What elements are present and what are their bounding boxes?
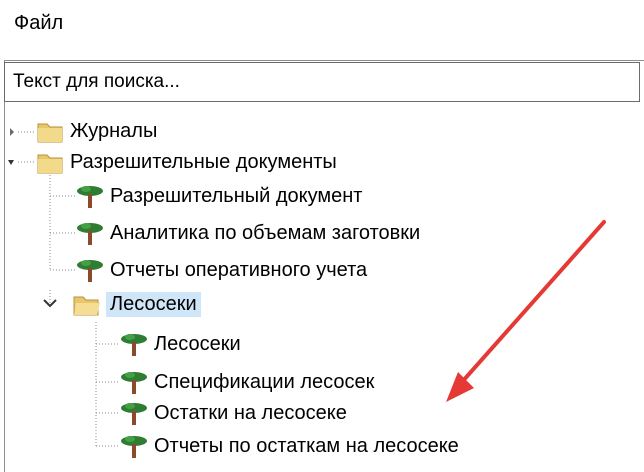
annotation-arrow-icon — [446, 220, 606, 402]
window: Файл Текст для поиска... Журналы Разреши… — [0, 0, 644, 472]
